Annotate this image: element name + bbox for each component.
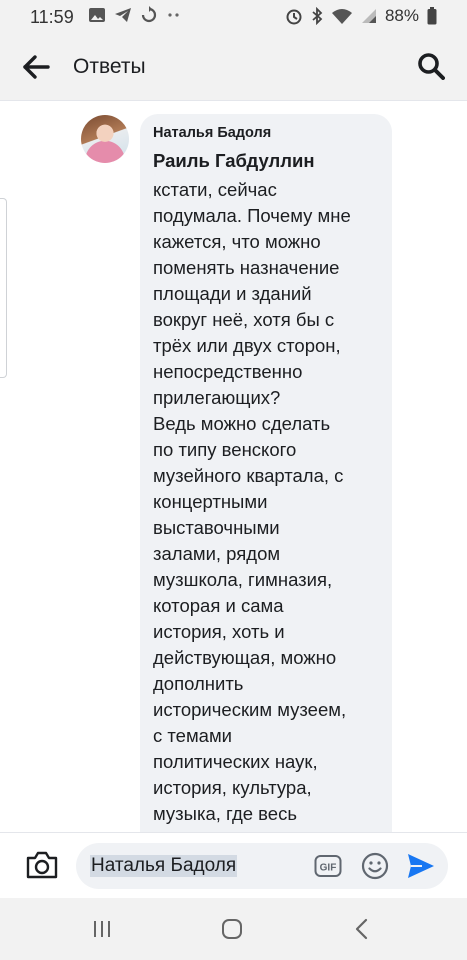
recents-icon[interactable]	[92, 920, 112, 938]
back-icon[interactable]	[354, 918, 368, 940]
arrow-left-icon[interactable]	[22, 54, 50, 80]
battery-icon	[427, 7, 437, 25]
comment-author[interactable]: Наталья Бадоля	[153, 125, 271, 141]
send-icon[interactable]	[406, 852, 436, 880]
reply-input-value[interactable]: Наталья Бадоля	[90, 855, 238, 877]
battery-percent: 88%	[384, 6, 419, 25]
telegram-icon	[115, 8, 131, 22]
app-bar: Ответы	[0, 34, 467, 100]
wifi-icon	[331, 9, 352, 24]
edge-panel-handle[interactable]	[0, 198, 7, 378]
search-icon[interactable]	[417, 52, 445, 80]
status-bar: 11:59 88%	[0, 0, 467, 34]
reply-input[interactable]: Наталья Бадоля GIF	[76, 843, 448, 889]
gif-icon[interactable]: GIF	[314, 853, 342, 879]
reply-composer: Наталья Бадоля GIF	[0, 832, 467, 899]
comment-mention[interactable]: Раиль Габдуллин	[153, 150, 315, 172]
home-icon[interactable]	[221, 918, 243, 940]
status-right-icons: 88%	[285, 6, 437, 26]
gallery-icon	[89, 8, 105, 22]
sync-icon	[141, 6, 157, 23]
more-dots-icon	[168, 13, 179, 17]
svg-text:GIF: GIF	[320, 863, 337, 874]
header-divider	[0, 100, 467, 101]
comment-text: кстати, сейчас подумала. Почему мне каже…	[153, 179, 351, 824]
avatar[interactable]	[81, 115, 129, 163]
camera-icon[interactable]	[25, 850, 59, 880]
emoji-icon[interactable]	[361, 852, 389, 880]
alarm-icon	[286, 9, 302, 25]
page-title: Ответы	[73, 55, 146, 78]
bluetooth-icon	[312, 7, 323, 25]
status-time: 11:59	[30, 7, 74, 27]
signal-icon	[361, 9, 376, 23]
status-left-icons	[88, 6, 182, 24]
system-nav-bar	[0, 898, 467, 960]
